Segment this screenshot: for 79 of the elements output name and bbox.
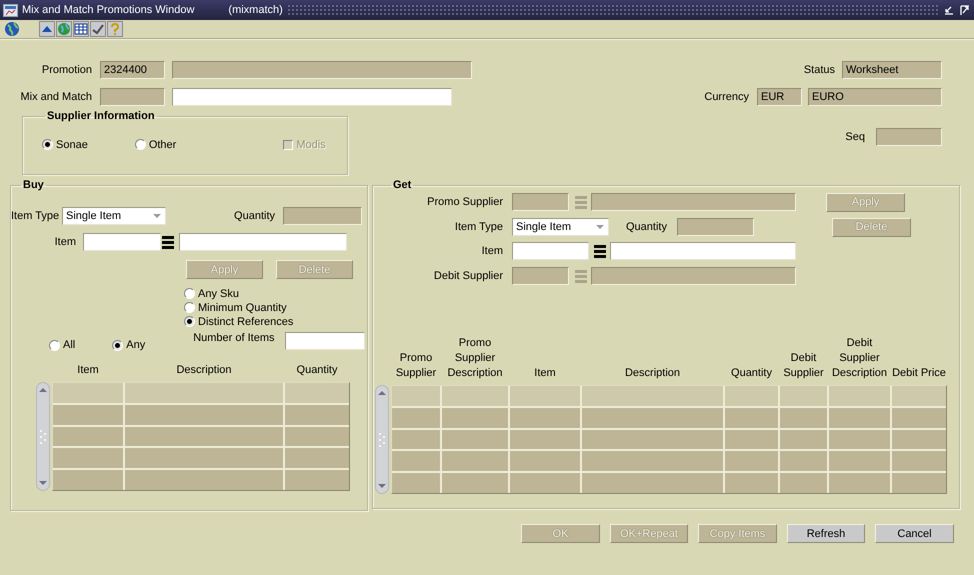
column-header: Item <box>76 363 100 378</box>
field-label: Promotion <box>40 64 92 76</box>
globe-icon[interactable] <box>4 21 20 37</box>
input-field[interactable] <box>172 88 452 106</box>
grip-icon <box>378 432 386 448</box>
input-field[interactable] <box>83 233 161 251</box>
column-header: Quantity <box>296 363 338 378</box>
input-field[interactable] <box>512 267 569 285</box>
input-field[interactable] <box>172 61 472 79</box>
input-field[interactable] <box>591 267 796 285</box>
column-header: Description <box>175 363 233 378</box>
group-title: Supplier Information <box>46 110 156 122</box>
field-label: Item Type <box>11 210 59 222</box>
field-label: Item <box>54 236 76 248</box>
dropdown[interactable]: Single Item <box>512 218 609 236</box>
radio-button[interactable]: Distinct References <box>184 315 367 328</box>
input-field[interactable]: EURO <box>808 88 942 106</box>
field-label: Mix and Match <box>19 91 92 103</box>
input-field[interactable]: EUR <box>757 88 802 106</box>
window-icon <box>3 2 18 18</box>
radio-button[interactable]: Any <box>112 338 146 352</box>
restore-icon[interactable] <box>959 4 971 16</box>
field-label: Item Type <box>454 221 503 233</box>
minimize-icon[interactable] <box>943 4 955 16</box>
radio-button[interactable]: Minimum Quantity <box>184 301 367 314</box>
input-field[interactable] <box>676 218 754 236</box>
input-field[interactable] <box>512 193 569 211</box>
field-label: Quantity <box>234 210 275 222</box>
field-label: Quantity <box>626 221 667 233</box>
column-header: Quantity <box>730 366 773 381</box>
scroll-down-icon[interactable] <box>38 479 48 487</box>
column-header: Promo Supplier <box>394 351 438 381</box>
check-icon[interactable] <box>90 21 106 37</box>
field-label: Debit Supplier <box>432 270 503 282</box>
scroll-up-icon[interactable] <box>38 386 48 394</box>
list-icon[interactable] <box>593 242 607 260</box>
radio-button[interactable]: Other <box>134 138 176 151</box>
group-title: Get <box>392 179 412 191</box>
input-field[interactable] <box>512 242 589 260</box>
push-button[interactable]: Cancel <box>875 524 954 543</box>
push-button[interactable]: Refresh <box>787 524 865 543</box>
data-grid[interactable] <box>52 382 350 491</box>
scroll-up-icon[interactable] <box>377 389 387 397</box>
input-field[interactable] <box>610 242 796 260</box>
column-header: Description <box>624 366 682 381</box>
scrollbar[interactable] <box>36 382 50 491</box>
field-label: Promo Supplier <box>426 196 503 208</box>
input-field[interactable] <box>876 128 942 146</box>
column-header: Debit Supplier <box>782 351 825 381</box>
data-grid[interactable] <box>391 385 947 494</box>
input-field[interactable] <box>284 332 365 350</box>
field-label: Seq <box>845 131 865 143</box>
dropdown[interactable]: Single Item <box>62 207 166 225</box>
grip-icon <box>39 428 47 444</box>
input-field[interactable] <box>100 88 165 106</box>
radio-button[interactable]: Sonae <box>42 138 88 151</box>
input-field[interactable]: Worksheet <box>842 61 942 79</box>
field-label: Status <box>804 64 835 76</box>
module-name: (mixmatch) <box>228 4 283 16</box>
field-label: Number of Items <box>193 332 275 344</box>
scrollbar[interactable] <box>375 385 389 494</box>
radio-button[interactable]: Any Sku <box>184 287 367 300</box>
window-title: Mix and Match Promotions Window <box>22 4 194 16</box>
column-header: Debit Supplier Description <box>830 336 888 381</box>
help-icon[interactable] <box>107 21 123 37</box>
group-title: Buy <box>22 179 45 191</box>
input-field[interactable] <box>283 207 362 225</box>
input-field[interactable]: 2324400 <box>100 61 165 79</box>
list-icon[interactable] <box>161 233 175 251</box>
field-label: Item <box>480 245 503 257</box>
field-label: Currency <box>704 91 749 103</box>
column-header: Item <box>533 366 557 381</box>
table-icon[interactable] <box>73 21 89 37</box>
column-header: Promo Supplier Description <box>446 336 504 381</box>
column-header: Debit Price <box>891 366 947 381</box>
input-field[interactable] <box>591 193 796 211</box>
input-field[interactable] <box>179 233 347 251</box>
radio-button[interactable]: All <box>49 338 76 352</box>
scroll-down-icon[interactable] <box>377 482 387 490</box>
